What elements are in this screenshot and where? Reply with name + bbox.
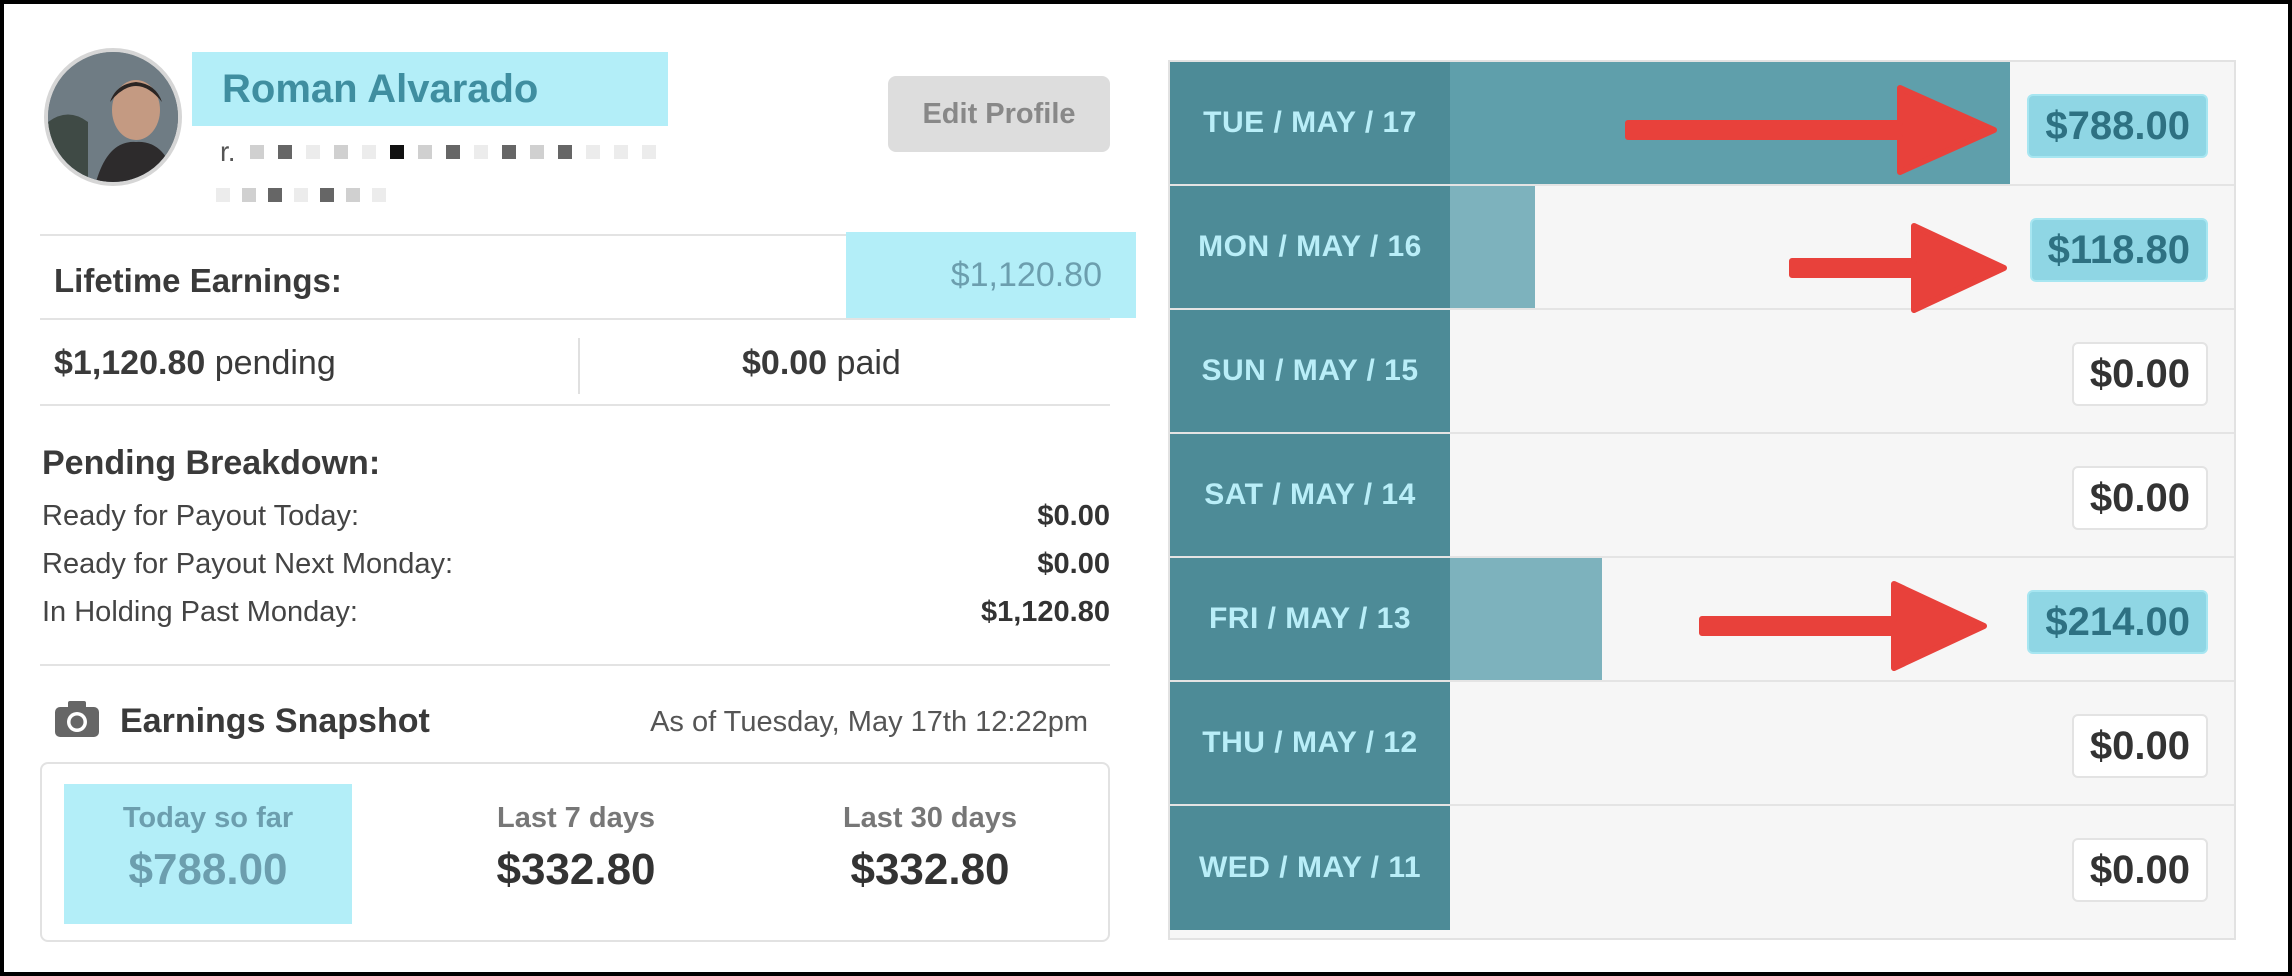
paid-word: paid xyxy=(836,344,901,382)
breakdown-value: $0.00 xyxy=(1037,548,1110,580)
paid-amount: $0.00 xyxy=(742,344,828,382)
day-amount: $0.00 xyxy=(2071,714,2208,778)
snapshot-label: Today so far xyxy=(122,802,294,834)
breakdown-label: Ready for Payout Today: xyxy=(42,500,360,532)
divider xyxy=(40,318,1110,320)
day-row[interactable]: THU / MAY / 12 $0.00 xyxy=(1170,682,2234,806)
red-arrow-annotation xyxy=(1625,85,1997,175)
day-date: SAT / MAY / 14 xyxy=(1170,434,1450,556)
day-row[interactable]: WED / MAY / 11 $0.00 xyxy=(1170,806,2234,930)
snapshot-value: $332.80 xyxy=(496,845,656,894)
day-row[interactable]: SUN / MAY / 15 $0.00 xyxy=(1170,310,2234,434)
snapshot-label: Last 30 days xyxy=(842,802,1018,834)
day-amount: $0.00 xyxy=(2071,342,2208,406)
pending-total: $1,120.80 pending xyxy=(54,344,336,383)
breakdown-row: Ready for Payout Today: $0.00 xyxy=(42,500,1110,533)
snapshot-label: Last 7 days xyxy=(497,802,655,834)
paid-total: $0.00 paid xyxy=(742,344,901,383)
breakdown-label: In Holding Past Monday: xyxy=(42,596,358,628)
day-date: FRI / MAY / 13 xyxy=(1170,558,1450,680)
day-amount: $214.00 xyxy=(2027,590,2208,654)
day-row[interactable]: MON / MAY / 16 $118.80 xyxy=(1170,186,2234,310)
earnings-snapshot-title: Earnings Snapshot xyxy=(120,702,430,740)
day-date: TUE / MAY / 17 xyxy=(1170,62,1450,184)
profile-email-redacted-line2 xyxy=(216,188,386,202)
daily-earnings-list: TUE / MAY / 17 $788.00 MON / MAY / 16 $1… xyxy=(1168,60,2236,940)
breakdown-value: $0.00 xyxy=(1037,500,1110,532)
snapshot-last-7-days: Last 7 days $332.80 xyxy=(432,784,720,924)
red-arrow-annotation xyxy=(1699,581,1987,671)
pending-breakdown-title: Pending Breakdown: xyxy=(42,444,381,482)
divider xyxy=(40,404,1110,406)
day-amount: $118.80 xyxy=(2029,218,2208,282)
breakdown-value: $1,120.80 xyxy=(980,596,1110,628)
profile-name: Roman Alvarado xyxy=(192,52,668,126)
snapshot-today: Today so far $788.00 xyxy=(64,784,352,924)
breakdown-row: In Holding Past Monday: $1,120.80 xyxy=(42,596,1110,629)
breakdown-label: Ready for Payout Next Monday: xyxy=(42,548,454,580)
pending-amount: $1,120.80 xyxy=(54,344,206,382)
lifetime-earnings-value: $1,120.80 xyxy=(846,232,1136,318)
snapshot-last-30-days: Last 30 days $332.80 xyxy=(786,784,1074,924)
day-date: MON / MAY / 16 xyxy=(1170,186,1450,308)
pending-word: pending xyxy=(214,344,336,382)
snapshot-timestamp: As of Tuesday, May 17th 12:22pm xyxy=(650,706,1088,738)
day-row[interactable]: SAT / MAY / 14 $0.00 xyxy=(1170,434,2234,558)
red-arrow-annotation xyxy=(1789,223,2007,313)
day-date: SUN / MAY / 15 xyxy=(1170,310,1450,432)
avatar xyxy=(44,48,182,186)
divider xyxy=(578,338,580,394)
day-date: THU / MAY / 12 xyxy=(1170,682,1450,804)
screenshot-frame: Roman Alvarado r. Edit Profile Lifetime … xyxy=(4,4,2288,972)
profile-email-redacted: r. xyxy=(220,136,656,168)
day-amount: $0.00 xyxy=(2071,466,2208,530)
edit-profile-button[interactable]: Edit Profile xyxy=(888,76,1110,152)
snapshot-value: $788.00 xyxy=(128,845,288,894)
day-amount: $0.00 xyxy=(2071,838,2208,902)
day-date: WED / MAY / 11 xyxy=(1170,806,1450,930)
camera-icon xyxy=(55,701,99,737)
email-prefix: r. xyxy=(220,136,236,167)
lifetime-earnings-label: Lifetime Earnings: xyxy=(54,262,342,299)
snapshot-box: Today so far $788.00 Last 7 days $332.80… xyxy=(40,762,1110,942)
snapshot-value: $332.80 xyxy=(850,845,1010,894)
day-amount: $788.00 xyxy=(2027,94,2208,158)
breakdown-row: Ready for Payout Next Monday: $0.00 xyxy=(42,548,1110,581)
divider xyxy=(40,664,1110,666)
